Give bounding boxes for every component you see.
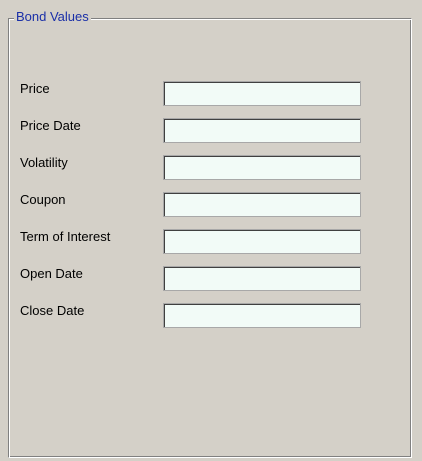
volatility-label: Volatility	[20, 155, 68, 170]
price-date-field[interactable]	[163, 118, 361, 143]
close-date-field[interactable]	[163, 303, 361, 328]
open-date-label: Open Date	[20, 266, 83, 281]
term-of-interest-label: Term of Interest	[20, 229, 111, 244]
open-date-field[interactable]	[163, 266, 361, 291]
groupbox-title: Bond Values	[14, 9, 91, 25]
close-date-label: Close Date	[20, 303, 85, 318]
term-of-interest-field[interactable]	[163, 229, 361, 254]
price-label: Price	[20, 81, 50, 96]
price-date-label: Price Date	[20, 118, 81, 133]
volatility-field[interactable]	[163, 155, 361, 180]
coupon-label: Coupon	[20, 192, 66, 207]
price-field[interactable]	[163, 81, 361, 106]
coupon-field[interactable]	[163, 192, 361, 217]
